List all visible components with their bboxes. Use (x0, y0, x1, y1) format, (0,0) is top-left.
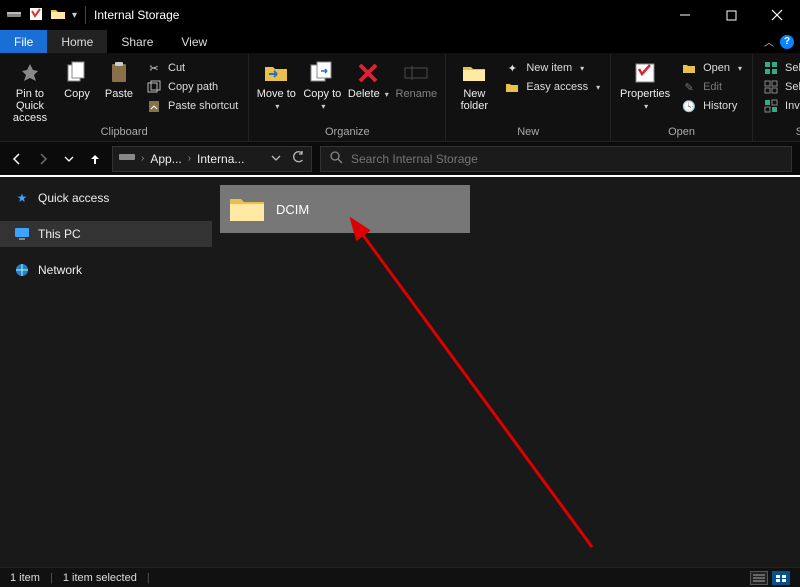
ribbon-group-organize: Move to ▾ Copy to ▾ Delete ▾ Rename Orga… (249, 54, 446, 141)
paste-shortcut-button[interactable]: Paste shortcut (142, 97, 242, 115)
scissors-icon: ✂ (146, 60, 162, 76)
folder-qat-icon[interactable] (50, 6, 66, 25)
easy-access-icon (504, 79, 520, 95)
refresh-button[interactable] (291, 150, 305, 167)
copy-path-icon (146, 79, 162, 95)
network-icon (14, 262, 30, 278)
new-folder-icon (461, 60, 487, 86)
invert-selection-icon (763, 98, 779, 114)
sidebar-item-network[interactable]: Network (0, 257, 212, 283)
tab-home[interactable]: Home (47, 30, 107, 53)
properties-button[interactable]: Properties ▾ (617, 57, 673, 112)
new-item-icon: ✦ (504, 60, 520, 76)
chevron-right-icon[interactable]: › (141, 153, 144, 164)
details-view-button[interactable] (750, 571, 768, 585)
window-title: Internal Storage (94, 8, 179, 22)
ribbon-group-clipboard: Pin to Quick access Copy Paste ✂Cut Copy… (0, 54, 249, 141)
qat-dropdown-icon[interactable]: ▾ (72, 10, 77, 21)
copy-to-button[interactable]: Copy to ▾ (301, 57, 343, 112)
history-icon: 🕓 (681, 98, 697, 114)
status-selected-count: 1 item selected (63, 572, 137, 584)
annotation-arrow (342, 217, 622, 567)
pin-icon (17, 60, 43, 86)
ribbon-group-new: New folder ✦New item▾ Easy access▾ New (446, 54, 611, 141)
navigation-pane: ★ Quick access This PC Network (0, 177, 212, 567)
select-all-button[interactable]: Select all (759, 59, 800, 77)
large-icons-view-button[interactable] (772, 571, 790, 585)
breadcrumb-part1[interactable]: App... (150, 152, 181, 166)
ribbon-group-select: Select all Select none Invert selection … (753, 54, 800, 141)
copy-icon (64, 60, 90, 86)
status-item-count: 1 item (10, 572, 40, 584)
folder-item-dcim[interactable]: DCIM (220, 185, 470, 233)
cut-button[interactable]: ✂Cut (142, 59, 242, 77)
move-to-button[interactable]: Move to ▾ (255, 57, 297, 112)
edit-button: ✎Edit (677, 78, 746, 96)
invert-selection-button[interactable]: Invert selection (759, 97, 800, 115)
sidebar-item-quick-access[interactable]: ★ Quick access (0, 185, 212, 211)
tab-view[interactable]: View (167, 30, 221, 53)
easy-access-button[interactable]: Easy access▾ (500, 78, 604, 96)
select-none-button[interactable]: Select none (759, 78, 800, 96)
address-dropdown-icon[interactable] (271, 152, 281, 166)
chevron-right-icon[interactable]: › (188, 153, 191, 164)
collapse-ribbon-icon[interactable]: ︿ (764, 34, 774, 49)
quick-access-toolbar: ▾ (6, 6, 77, 25)
title-bar: ▾ Internal Storage (0, 0, 800, 30)
close-button[interactable] (754, 0, 800, 30)
forward-button (34, 150, 52, 168)
monitor-icon (14, 226, 30, 242)
recent-locations-button[interactable] (60, 150, 78, 168)
copy-path-button[interactable]: Copy path (142, 78, 242, 96)
delete-button[interactable]: Delete ▾ (347, 57, 389, 100)
sidebar-item-this-pc[interactable]: This PC (0, 221, 212, 247)
up-button[interactable] (86, 150, 104, 168)
device-crumb-icon (119, 151, 135, 166)
properties-icon (632, 60, 658, 86)
paste-shortcut-icon (146, 98, 162, 114)
select-all-icon (763, 60, 779, 76)
search-input[interactable] (351, 152, 783, 166)
ribbon-group-open: Properties ▾ Open▾ ✎Edit 🕓History Open (611, 54, 753, 141)
star-icon: ★ (14, 190, 30, 206)
paste-button[interactable]: Paste (100, 57, 138, 100)
search-icon (329, 150, 343, 167)
tab-file[interactable]: File (0, 30, 47, 53)
copy-to-icon (309, 60, 335, 86)
paste-icon (106, 60, 132, 86)
maximize-button[interactable] (708, 0, 754, 30)
device-icon (6, 6, 22, 25)
pin-to-quick-access-button[interactable]: Pin to Quick access (6, 57, 54, 124)
ribbon: Pin to Quick access Copy Paste ✂Cut Copy… (0, 54, 800, 141)
breadcrumb-part2[interactable]: Interna... (197, 152, 244, 166)
minimize-button[interactable] (662, 0, 708, 30)
properties-qat-icon[interactable] (28, 6, 44, 25)
select-none-icon (763, 79, 779, 95)
copy-button[interactable]: Copy (58, 57, 96, 100)
help-icon[interactable]: ? (780, 35, 794, 49)
search-box[interactable] (320, 146, 792, 172)
navigation-bar: › App... › Interna... (0, 141, 800, 175)
rename-icon (403, 60, 429, 86)
new-folder-button[interactable]: New folder (452, 57, 496, 112)
folder-icon (228, 193, 266, 225)
address-bar[interactable]: › App... › Interna... (112, 146, 312, 172)
open-button[interactable]: Open▾ (677, 59, 746, 77)
new-item-button[interactable]: ✦New item▾ (500, 59, 604, 77)
status-bar: 1 item | 1 item selected | (0, 567, 800, 587)
delete-icon (355, 60, 381, 86)
tab-share[interactable]: Share (107, 30, 167, 53)
history-button[interactable]: 🕓History (677, 97, 746, 115)
open-icon (681, 60, 697, 76)
move-to-icon (263, 60, 289, 86)
ribbon-tabs: File Home Share View ︿ ? (0, 30, 800, 54)
rename-button: Rename (393, 57, 439, 100)
content-pane[interactable]: DCIM (212, 177, 800, 567)
edit-icon: ✎ (681, 79, 697, 95)
back-button[interactable] (8, 150, 26, 168)
folder-name: DCIM (276, 202, 309, 217)
